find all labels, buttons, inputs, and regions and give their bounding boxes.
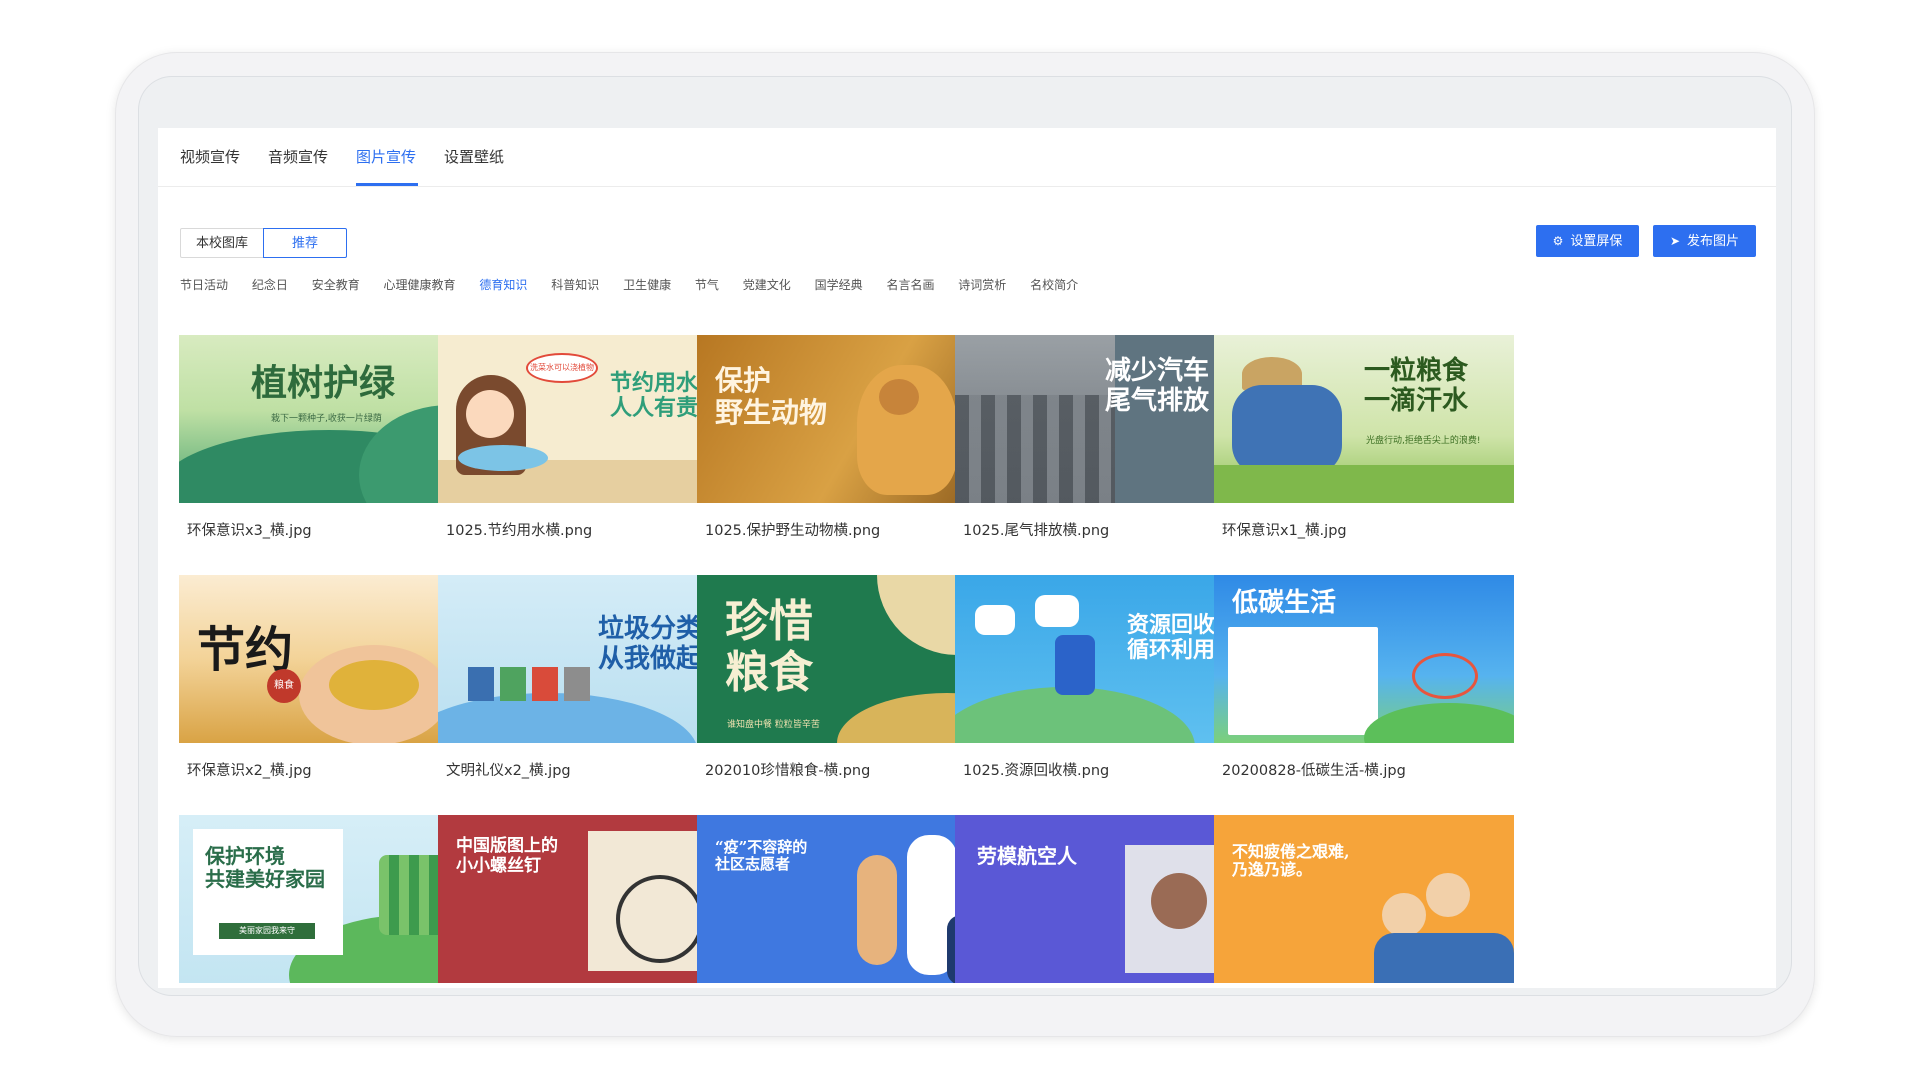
image-filename: 1025.资源回收横.png	[963, 763, 1110, 779]
recommend-toggle[interactable]: 推荐	[263, 228, 347, 258]
poster-title: 垃圾分类 从我做起	[598, 614, 703, 674]
image-card[interactable]: 一粒粮食 一滴汗水 光盘行动,拒绝舌尖上的浪费! 环保意识x1_横.jpg	[1214, 335, 1514, 540]
tab-bar: 视频宣传 音频宣传 图片宣传 设置壁纸	[158, 128, 1776, 187]
image-thumbnail: 洗菜水可以浇植物 节约用水 人人有责	[438, 335, 738, 503]
tab-video[interactable]: 视频宣传	[180, 146, 240, 167]
image-card[interactable]: 珍惜 粮食 谁知盘中餐 粒粒皆辛苦 202010珍惜粮食-横.png	[697, 575, 997, 780]
image-filename: 20200828-低碳生活-横.jpg	[1222, 763, 1406, 779]
image-thumbnail: 一粒粮食 一滴汗水 光盘行动,拒绝舌尖上的浪费!	[1214, 335, 1514, 503]
image-promotion-panel: 视频宣传 音频宣传 图片宣传 设置壁纸 本校图库 推荐 ⚙ 设置屏保 ➤ 发布图片 …	[158, 128, 1776, 988]
image-card[interactable]: 不知疲倦之艰难, 乃逸乃谚。	[1214, 815, 1514, 983]
gear-icon: ⚙	[1552, 234, 1564, 248]
image-thumbnail: “疫”不容辞的 社区志愿者	[697, 815, 997, 983]
image-thumbnail: 保护 野生动物	[697, 335, 997, 503]
poster-title: 中国版图上的 小小螺丝钉	[456, 836, 558, 876]
image-card[interactable]: 保护 野生动物 1025.保护野生动物横.png	[697, 335, 997, 540]
poster-title: 一粒粮食 一滴汗水	[1364, 356, 1469, 416]
category-mental-health[interactable]: 心理健康教育	[384, 276, 456, 293]
poster-title: 保护 野生动物	[715, 364, 828, 430]
tab-audio[interactable]: 音频宣传	[268, 146, 328, 167]
image-thumbnail: 植树护绿 栽下一颗种子,收获一片绿荫	[179, 335, 479, 503]
set-screensaver-button[interactable]: ⚙ 设置屏保	[1536, 225, 1639, 257]
category-moral[interactable]: 德育知识	[479, 276, 527, 293]
category-safety[interactable]: 安全教育	[312, 276, 360, 293]
image-thumbnail: 资源回收 循环利用	[955, 575, 1255, 743]
image-card[interactable]: 资源回收 循环利用 1025.资源回收横.png	[955, 575, 1255, 780]
poster-title: 不知疲倦之艰难, 乃逸乃谚。	[1232, 842, 1350, 880]
set-screensaver-label: 设置屏保	[1570, 234, 1623, 249]
image-thumbnail: 节约 粮食	[179, 575, 479, 743]
screen: 视频宣传 音频宣传 图片宣传 设置壁纸 本校图库 推荐 ⚙ 设置屏保 ➤ 发布图片 …	[138, 76, 1792, 996]
tab-wallpaper[interactable]: 设置壁纸	[444, 146, 504, 167]
image-thumbnail: 中国版图上的 小小螺丝钉	[438, 815, 738, 983]
poster-title: “疫”不容辞的 社区志愿者	[715, 838, 808, 874]
tab-image[interactable]: 图片宣传	[356, 146, 416, 167]
category-festival[interactable]: 节日活动	[180, 276, 228, 293]
category-memorial[interactable]: 纪念日	[252, 276, 288, 293]
publish-image-label: 发布图片	[1687, 234, 1740, 249]
poster-title: 植树护绿	[251, 362, 396, 404]
image-filename: 环保意识x3_横.jpg	[187, 523, 312, 539]
image-filename: 文明礼仪x2_横.jpg	[446, 763, 571, 779]
poster-title: 低碳生活	[1232, 588, 1337, 618]
image-card[interactable]: 植树护绿 栽下一颗种子,收获一片绿荫 环保意识x3_横.jpg	[179, 335, 479, 540]
category-classics[interactable]: 国学经典	[815, 276, 863, 293]
poster-title: 劳模航空人	[977, 844, 1077, 868]
publish-image-button[interactable]: ➤ 发布图片	[1653, 225, 1756, 257]
image-card[interactable]: 垃圾分类 从我做起 文明礼仪x2_横.jpg	[438, 575, 738, 780]
image-thumbnail: 不知疲倦之艰难, 乃逸乃谚。	[1214, 815, 1514, 983]
image-card[interactable]: 劳模航空人	[955, 815, 1255, 983]
category-famous-schools[interactable]: 名校简介	[1030, 276, 1078, 293]
category-solar-terms[interactable]: 节气	[695, 276, 719, 293]
category-quotes-paintings[interactable]: 名言名画	[886, 276, 934, 293]
school-library-toggle[interactable]: 本校图库	[180, 228, 264, 258]
image-card[interactable]: “疫”不容辞的 社区志愿者	[697, 815, 997, 983]
image-card[interactable]: 洗菜水可以浇植物 节约用水 人人有责 1025.节约用水横.png	[438, 335, 738, 540]
poster-title: 珍惜 粮食	[725, 596, 813, 698]
image-thumbnail: 减少汽车 尾气排放	[955, 335, 1255, 503]
poster-subtitle: 栽下一颗种子,收获一片绿荫	[271, 414, 382, 424]
image-thumbnail: 低碳生活	[1214, 575, 1514, 743]
category-hygiene[interactable]: 卫生健康	[623, 276, 671, 293]
image-filename: 1025.保护野生动物横.png	[705, 523, 881, 539]
speech-bubble: 洗菜水可以浇植物	[526, 353, 598, 383]
poster-subtitle: 光盘行动,拒绝舌尖上的浪费!	[1366, 436, 1481, 446]
image-filename: 1025.尾气排放横.png	[963, 523, 1110, 539]
image-thumbnail: 劳模航空人	[955, 815, 1255, 983]
active-tab-indicator	[356, 183, 418, 186]
poster-title: 保护环境 共建美好家园	[205, 844, 325, 891]
image-thumbnail: 垃圾分类 从我做起	[438, 575, 738, 743]
poster-subtitle: 粮食	[267, 669, 301, 703]
image-card[interactable]: 节约 粮食 环保意识x2_横.jpg	[179, 575, 479, 780]
poster-title: 减少汽车 尾气排放	[1105, 356, 1210, 416]
image-thumbnail: 保护环境 共建美好家园 美丽家园我来守	[179, 815, 479, 983]
image-card[interactable]: 中国版图上的 小小螺丝钉	[438, 815, 738, 983]
image-filename: 202010珍惜粮食-横.png	[705, 763, 871, 779]
category-poetry[interactable]: 诗词赏析	[958, 276, 1006, 293]
poster-subtitle: 美丽家园我来守	[219, 923, 315, 939]
category-science[interactable]: 科普知识	[551, 276, 599, 293]
image-filename: 1025.节约用水横.png	[446, 523, 593, 539]
image-card[interactable]: 低碳生活 20200828-低碳生活-横.jpg	[1214, 575, 1514, 780]
send-icon: ➤	[1669, 234, 1681, 248]
image-filename: 环保意识x1_横.jpg	[1222, 523, 1347, 539]
image-thumbnail: 珍惜 粮食 谁知盘中餐 粒粒皆辛苦	[697, 575, 997, 743]
image-card[interactable]: 保护环境 共建美好家园 美丽家园我来守	[179, 815, 479, 983]
poster-subtitle: 谁知盘中餐 粒粒皆辛苦	[727, 720, 820, 730]
poster-title: 资源回收 循环利用	[1127, 612, 1216, 664]
image-filename: 环保意识x2_横.jpg	[187, 763, 312, 779]
poster-title: 节约用水 人人有责	[610, 370, 699, 422]
category-party-culture[interactable]: 党建文化	[743, 276, 791, 293]
category-filter: 节日活动 纪念日 安全教育 心理健康教育 德育知识 科普知识 卫生健康 节气 党…	[180, 276, 1098, 296]
image-card[interactable]: 减少汽车 尾气排放 1025.尾气排放横.png	[955, 335, 1255, 540]
